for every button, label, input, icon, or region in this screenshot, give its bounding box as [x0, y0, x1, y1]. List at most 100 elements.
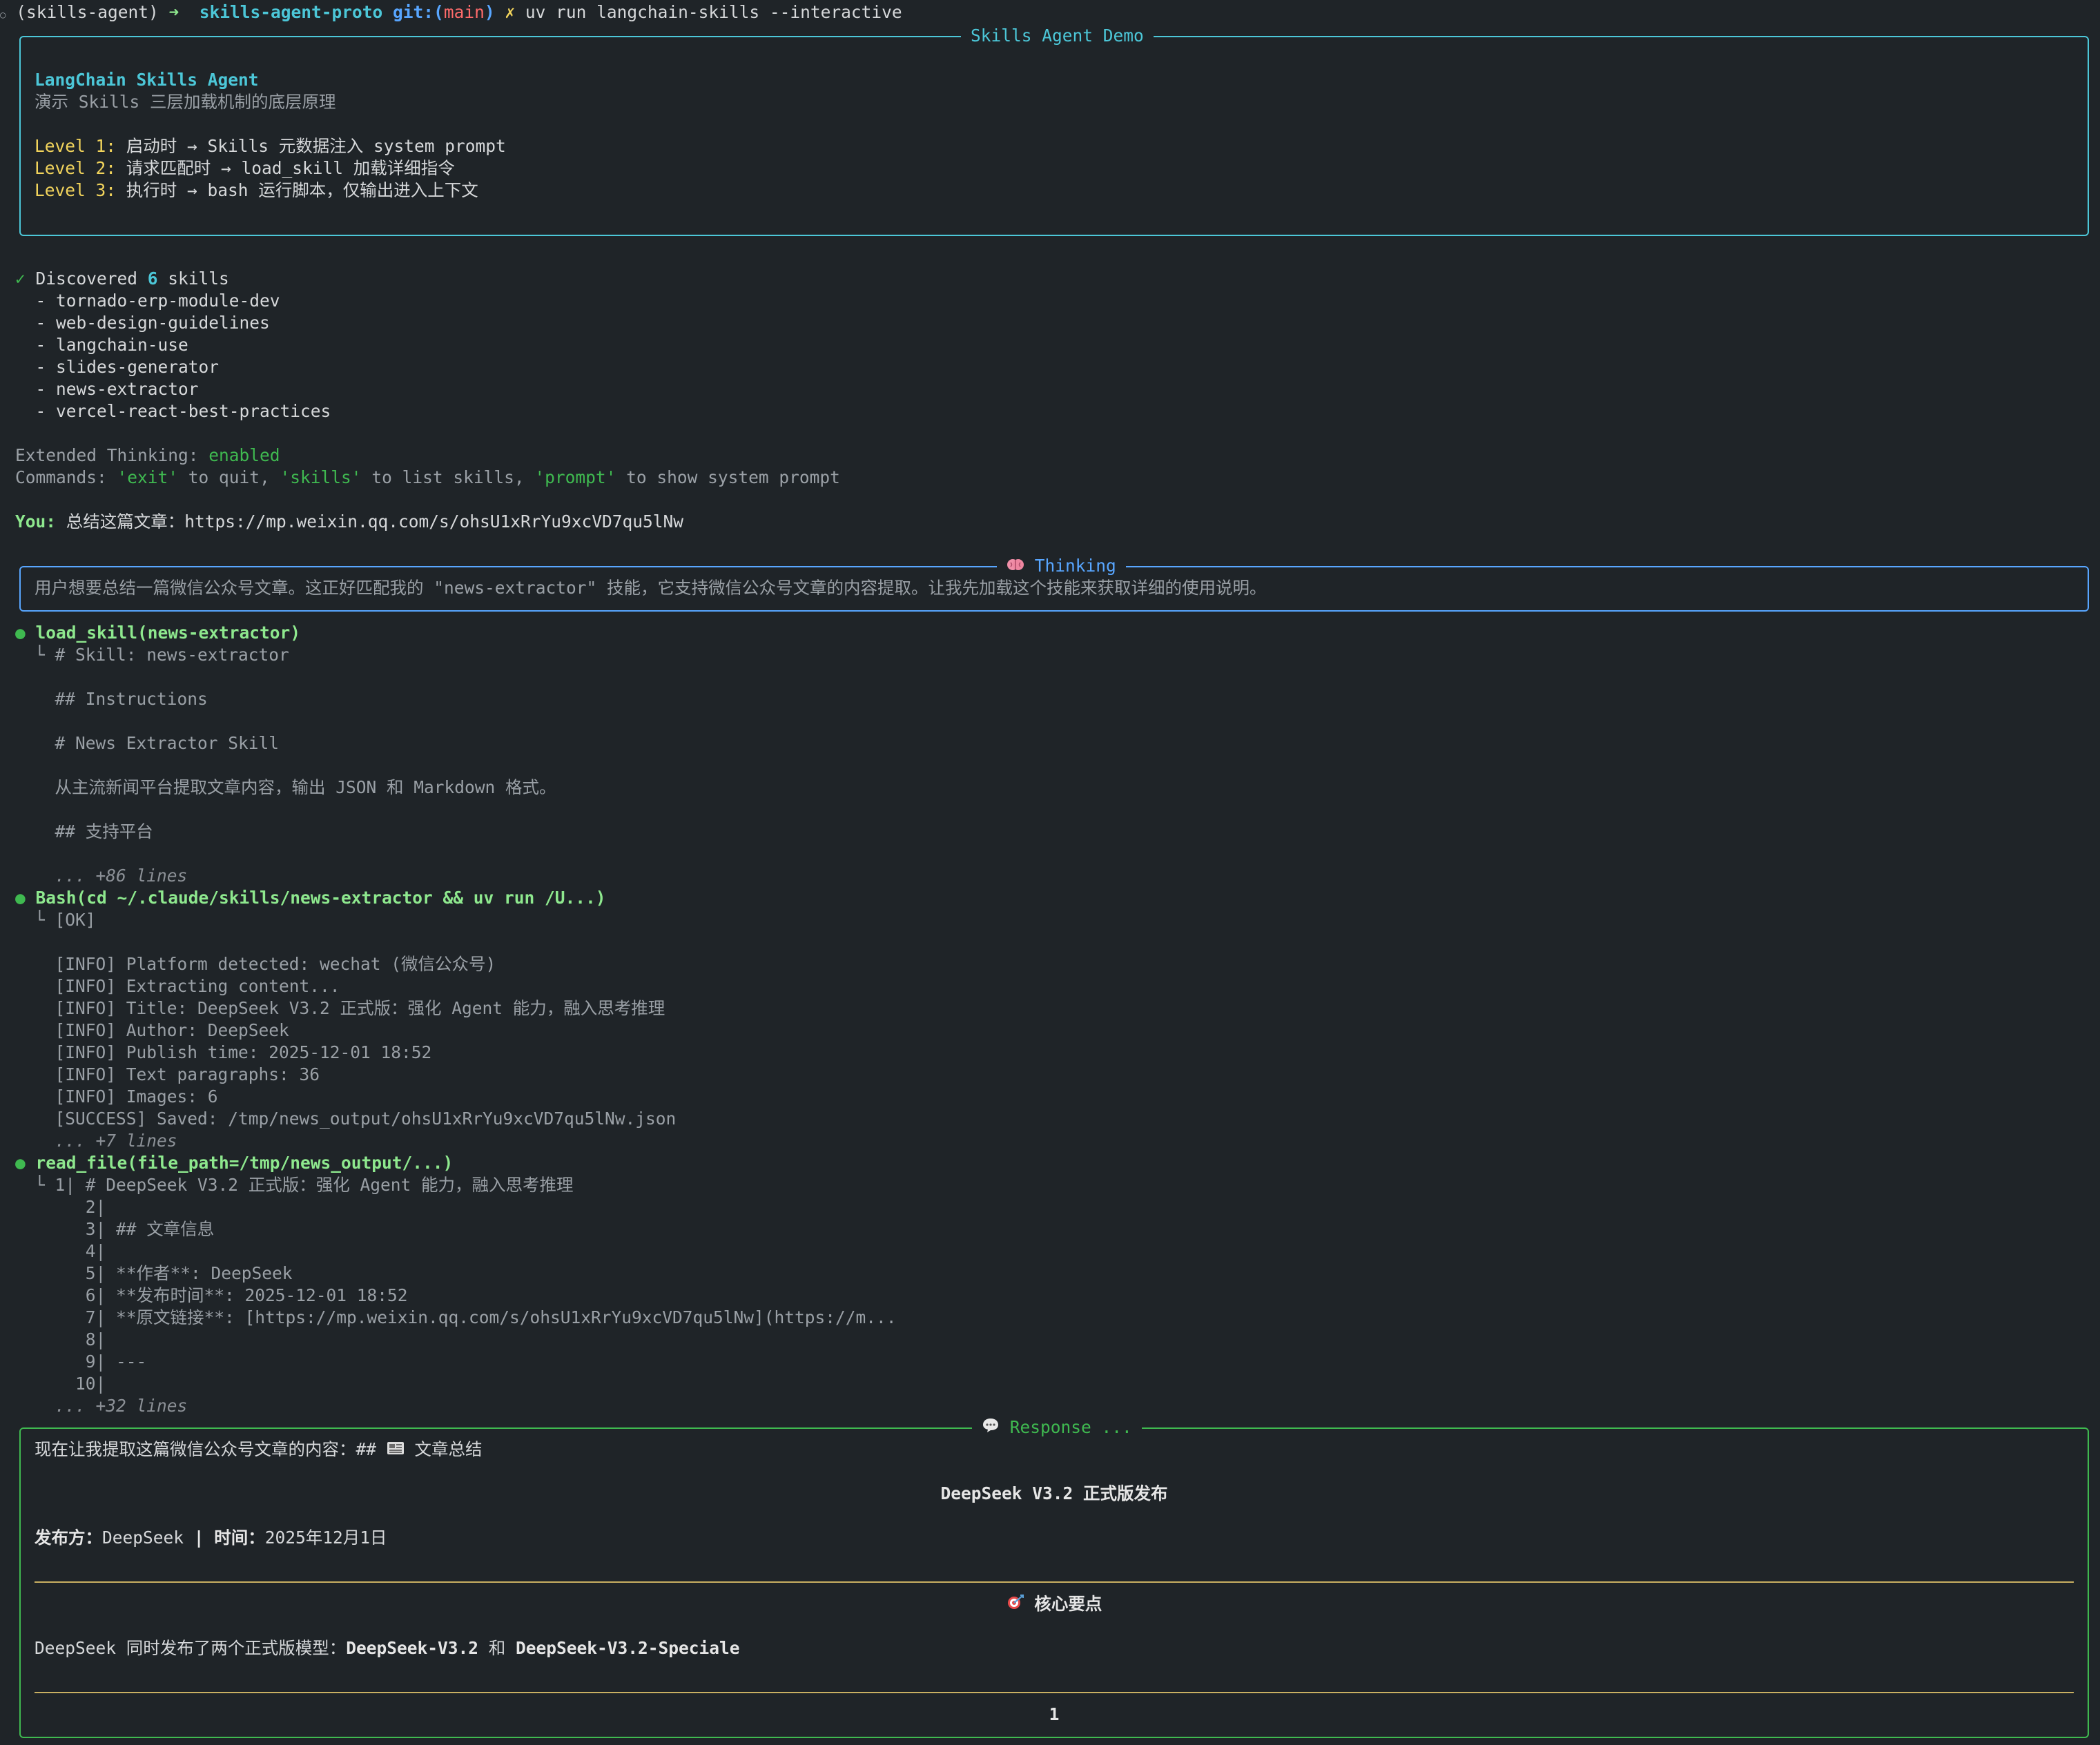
tool-output-line: [INFO] Text paragraphs: 36 [35, 1064, 320, 1084]
user-message-text: 总结这篇文章：https://mp.weixin.qq.com/s/ohsU1x… [56, 511, 684, 532]
status-dot: ● [15, 623, 26, 643]
tool-output-line: [INFO] Title: DeepSeek V3.2 正式版：强化 Agent… [35, 998, 665, 1018]
skill-item: - slides-generator [15, 357, 220, 377]
skills-count: 6 [147, 269, 158, 289]
response-headline: DeepSeek V3.2 正式版发布 [940, 1483, 1168, 1503]
response-intro-text: 现在让我提取这篇微信公众号文章的内容：## [35, 1439, 387, 1459]
tool-output-line: └ 1| # DeepSeek V3.2 正式版：强化 Agent 能力，融入思… [35, 1175, 574, 1195]
virtualenv-label: (skills-agent) [16, 2, 159, 22]
thinking-setting: Extended Thinking: enabled [15, 445, 280, 467]
chat-icon [982, 1417, 1000, 1439]
status-dot: ● [15, 1153, 26, 1173]
tool-call-load-skill: ● load_skill(news-extractor) [15, 622, 300, 644]
tool-output-line: [SUCCESS] Saved: /tmp/news_output/ohsU1x… [35, 1109, 677, 1129]
terminal-window[interactable]: ○ (skills-agent) ➜ skills-agent-proto gi… [0, 0, 2100, 1745]
cmd-exit: 'exit' [117, 467, 179, 487]
git-label-close: ) [484, 2, 495, 22]
tool-output-line: 9| --- [35, 1352, 147, 1372]
tool-output-line: └ [OK] [35, 910, 96, 930]
level-2-label: Level 2: [35, 158, 117, 178]
tool-output-line: ## Instructions [35, 689, 208, 709]
cmd-prompt: 'prompt' [534, 467, 616, 487]
user-message: You: 总结这篇文章：https://mp.weixin.qq.com/s/o… [15, 511, 683, 533]
tool-call-read-file: ● read_file(file_path=/tmp/news_output/.… [15, 1152, 453, 1174]
skill-item: - web-design-guidelines [15, 313, 270, 333]
banner-title: Skills Agent Demo [961, 25, 1154, 47]
tool-output-line: [INFO] Author: DeepSeek [35, 1020, 289, 1040]
meta-value-time: 2025年12月1日 [264, 1528, 387, 1548]
skill-item: - news-extractor [15, 379, 199, 399]
check-icon: ✓ [15, 269, 26, 289]
commands-label: Commands: [15, 467, 117, 487]
response-title-wrap: Response ... [972, 1416, 1142, 1439]
tool-output-line: 2| [35, 1197, 106, 1217]
tool-output-line: 4| [35, 1241, 106, 1261]
prompt-arrow: ➜ [168, 2, 179, 22]
response-intro-tail: 文章总结 [404, 1439, 483, 1459]
tool-output-more[interactable]: ... +86 lines [35, 865, 188, 887]
discovered-line: ✓ Discovered 6 skills [15, 268, 229, 290]
level-3-label: Level 3: [35, 180, 117, 200]
skill-item: - vercel-react-best-practices [15, 401, 331, 421]
tool-output-line: [INFO] Platform detected: wechat (微信公众号) [35, 954, 496, 974]
model-2: DeepSeek-V3.2-Speciale [516, 1638, 740, 1658]
response-intro: 现在让我提取这篇微信公众号文章的内容：## 文章总结 [35, 1439, 483, 1461]
tool-output-line: [INFO] Images: 6 [35, 1086, 218, 1107]
git-branch: main [443, 2, 485, 22]
tool-output-line: 8| [35, 1329, 106, 1349]
list-number: 1 [1049, 1704, 1060, 1724]
thinking-text: 用户想要总结一篇微信公众号文章。这正好匹配我的 "news-extractor"… [35, 578, 1267, 598]
level-1-text: 启动时 → Skills 元数据注入 system prompt [116, 136, 506, 156]
level-2-text: 请求匹配时 → load_skill 加载详细指令 [116, 158, 455, 178]
newspaper-icon [387, 1439, 405, 1461]
tool-call-name: read_file(file_path=/tmp/news_output/...… [35, 1153, 454, 1173]
response-title: Response ... [1009, 1417, 1132, 1437]
skill-item: - langchain-use [15, 335, 188, 355]
cmd-exit-desc: to quit, [178, 467, 280, 487]
cmd-prompt-desc: to show system prompt [616, 467, 840, 487]
shell-prompt: ○ (skills-agent) ➜ skills-agent-proto gi… [0, 2, 902, 22]
cmd-skills: 'skills' [280, 467, 362, 487]
app-name: LangChain Skills Agent [35, 70, 259, 90]
level-1-label: Level 1: [35, 136, 117, 156]
key-point-prefix: DeepSeek 同时发布了两个正式版模型： [35, 1638, 347, 1658]
meta-value-publisher: DeepSeek [102, 1528, 184, 1548]
thinking-setting-label: Extended Thinking: [15, 445, 209, 465]
discovered-prefix: Discovered [25, 269, 148, 289]
tool-output-line: 6| **发布时间**: 2025-12-01 18:52 [35, 1285, 408, 1305]
tool-output-line: 从主流新闻平台提取文章内容，输出 JSON 和 Markdown 格式。 [35, 777, 556, 797]
meta-separator: | [184, 1528, 215, 1548]
meta-label-publisher: 发布方： [35, 1528, 102, 1548]
level-3-text: 执行时 → bash 运行脚本，仅输出进入上下文 [116, 180, 478, 200]
level-1-line: Level 1: 启动时 → Skills 元数据注入 system promp… [35, 135, 506, 157]
section-heading: 核心要点 [35, 1593, 2074, 1616]
git-label: git:( [393, 2, 444, 22]
divider [35, 1581, 2074, 1583]
divider [35, 1692, 2074, 1693]
tool-output-line: 10| [35, 1374, 106, 1394]
key-point-and: 和 [478, 1638, 516, 1658]
tool-output-line: [INFO] Publish time: 2025-12-01 18:52 [35, 1042, 432, 1062]
thinking-title-wrap: Thinking [997, 555, 1126, 578]
tool-output-line: ## 支持平台 [35, 821, 153, 841]
tool-output-line: [INFO] Extracting content... [35, 976, 340, 996]
tool-call-name: Bash(cd ~/.claude/skills/news-extractor … [35, 888, 606, 908]
key-point: DeepSeek 同时发布了两个正式版模型：DeepSeek-V3.2 和 De… [35, 1637, 740, 1659]
command-text: uv run langchain-skills --interactive [525, 2, 902, 22]
status-dot: ● [15, 888, 26, 908]
tool-output-line: 7| **原文链接**: [https://mp.weixin.qq.com/s… [35, 1307, 897, 1327]
response-meta: 发布方：DeepSeek | 时间：2025年12月1日 [35, 1527, 387, 1549]
tool-output-line: # News Extractor Skill [35, 733, 280, 753]
model-1: DeepSeek-V3.2 [346, 1638, 479, 1658]
user-label: You: [15, 511, 57, 532]
tool-output-more[interactable]: ... +7 lines [35, 1130, 177, 1152]
tool-call-bash: ● Bash(cd ~/.claude/skills/news-extracto… [15, 887, 606, 909]
level-3-line: Level 3: 执行时 → bash 运行脚本，仅输出进入上下文 [35, 179, 478, 202]
discovered-suffix: skills [157, 269, 229, 289]
tool-output-line: └ # Skill: news-extractor [35, 645, 289, 665]
target-icon [1007, 1594, 1024, 1616]
tool-output-more[interactable]: ... +32 lines [35, 1395, 188, 1417]
dirty-marker: ✗ [505, 2, 516, 22]
section-title: 核心要点 [1034, 1594, 1102, 1614]
meta-label-time: 时间： [214, 1528, 265, 1548]
